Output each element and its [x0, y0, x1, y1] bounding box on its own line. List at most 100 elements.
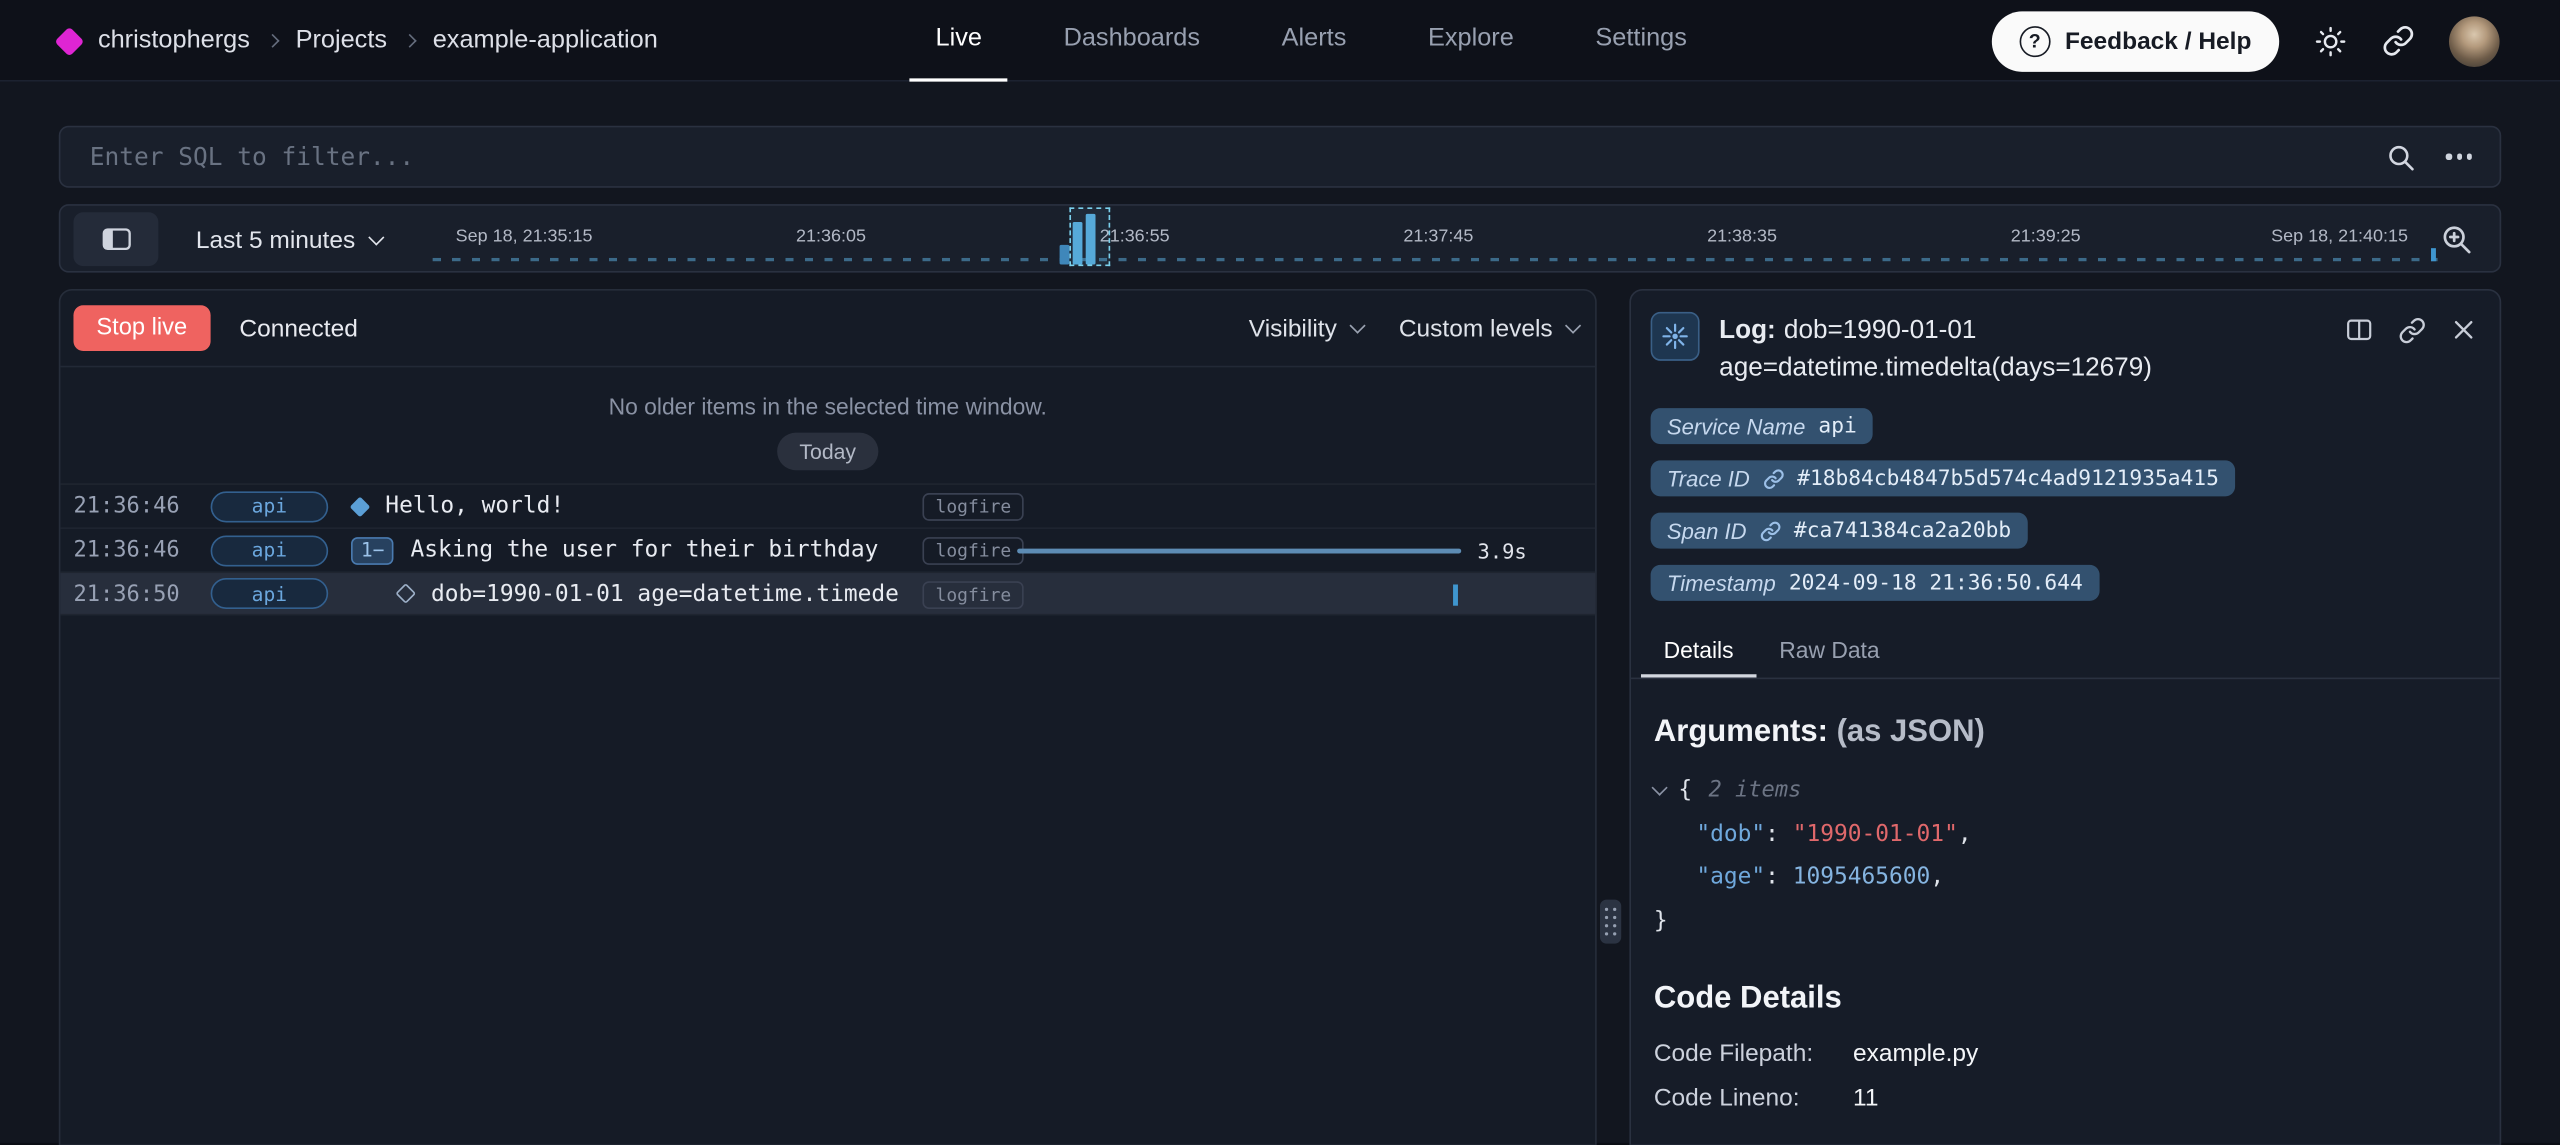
help-circle-icon: ?: [2019, 25, 2050, 56]
log-row-selected[interactable]: 21:36:50 api dob=1990-01-01 age=datetime…: [60, 571, 1595, 615]
service-name-pill[interactable]: Service Name api: [1651, 408, 1873, 444]
details-content: Arguments: (as JSON) {2 items "dob": "19…: [1631, 679, 2500, 1120]
logfire-tag[interactable]: logfire: [922, 493, 1024, 521]
json-items-note: 2 items: [1708, 777, 1801, 803]
app-root: christophergs Projects example-applicati…: [0, 0, 2560, 1142]
diamond-outline-icon: [395, 583, 416, 604]
breadcrumb-org[interactable]: christophergs: [98, 26, 250, 55]
today-button[interactable]: Today: [777, 433, 879, 471]
tab-settings[interactable]: Settings: [1569, 0, 1713, 82]
breadcrumb-projects[interactable]: Projects: [296, 26, 387, 55]
code-details-heading: Code Details: [1654, 981, 2477, 1017]
timeline-tick: 21:36:55: [1100, 227, 1170, 247]
details-panel: Log:dob=1990-01-01 age=datetime.timedelt…: [1629, 289, 2501, 1145]
sql-filter-input[interactable]: [60, 127, 2385, 186]
code-lineno-row: Code Lineno:11: [1654, 1076, 2477, 1120]
span-duration-bar: [1017, 549, 1461, 554]
span-id-pill[interactable]: Span ID #ca741384ca2a20bb: [1651, 513, 2028, 549]
timeline-tick: 21:37:45: [1403, 227, 1473, 247]
chevron-down-icon: [1565, 317, 1581, 333]
breadcrumb-project-name[interactable]: example-application: [433, 26, 658, 55]
collapse-children-badge[interactable]: 1−: [351, 536, 394, 564]
trace-id-pill[interactable]: Trace ID #18b84cb4847b5d574c4ad9121935a4…: [1651, 460, 2236, 496]
details-header: Log:dob=1990-01-01 age=datetime.timedelt…: [1631, 291, 2500, 387]
sidebar-toggle-icon: [100, 225, 131, 253]
visibility-dropdown[interactable]: Visibility: [1249, 314, 1363, 342]
log-row[interactable]: 21:36:46 api Hello, world! logfire: [60, 483, 1595, 527]
timeline-selection[interactable]: [1069, 207, 1110, 266]
stop-live-button[interactable]: Stop live: [73, 305, 210, 351]
connection-status: Connected: [239, 314, 357, 342]
copy-link-button[interactable]: [2382, 24, 2415, 57]
chain-link-icon: [2382, 24, 2415, 57]
magnifier-plus-icon: [2439, 222, 2473, 256]
theme-toggle-button[interactable]: [2313, 24, 2347, 58]
code-filepath-row: Code Filepath:example.py: [1654, 1032, 2477, 1076]
log-starburst-icon: [1651, 312, 1700, 361]
search-icon[interactable]: [2385, 141, 2416, 172]
time-range-dropdown[interactable]: Last 5 minutes: [196, 206, 381, 275]
tab-raw-data[interactable]: Raw Data: [1756, 622, 1902, 678]
tab-dashboards[interactable]: Dashboards: [1037, 0, 1226, 82]
live-log-panel: Stop live Connected Visibility Custom le…: [59, 289, 1597, 1145]
timeline-activity-mark: [2431, 248, 2436, 261]
sidebar-toggle-button[interactable]: [73, 212, 158, 266]
chevron-down-icon: [368, 229, 384, 245]
zoom-in-button[interactable]: [2439, 222, 2473, 256]
json-viewer: {2 items "dob": "1990-01-01", "age": 109…: [1654, 769, 2477, 942]
log-timestamp: 21:36:46: [73, 537, 174, 563]
timeline-baseline: [433, 258, 2438, 261]
feedback-help-label: Feedback / Help: [2065, 27, 2251, 55]
timeline-tick: 21:38:35: [1707, 227, 1777, 247]
arguments-heading: Arguments: (as JSON): [1654, 715, 2477, 751]
log-timestamp: 21:36:46: [73, 493, 174, 519]
chevron-right-icon: [266, 34, 280, 48]
nav-right-cluster: ? Feedback / Help: [1991, 0, 2499, 82]
tab-alerts[interactable]: Alerts: [1256, 0, 1373, 82]
tab-explore[interactable]: Explore: [1402, 0, 1540, 82]
log-timestamp: 21:36:50: [73, 580, 174, 606]
primary-nav: Live Dashboards Alerts Explore Settings: [909, 0, 1713, 82]
panel-resize-handle[interactable]: [1600, 900, 1621, 944]
details-actions: [2344, 315, 2476, 344]
collapse-caret-icon[interactable]: [1652, 780, 1668, 796]
code-details: Code Filepath:example.py Code Lineno:11: [1654, 1032, 2477, 1120]
timestamp-pill[interactable]: Timestamp 2024-09-18 21:36:50.644: [1651, 565, 2099, 601]
service-badge[interactable]: api: [211, 491, 329, 522]
empty-window-section: No older items in the selected time wind…: [60, 393, 1595, 470]
live-log-header: Stop live Connected Visibility Custom le…: [60, 291, 1595, 368]
timeline-bar: Last 5 minutes Sep 18, 21:35:15 21:36:05…: [59, 204, 2501, 273]
tab-details[interactable]: Details: [1641, 622, 1757, 678]
more-options-icon[interactable]: [2444, 154, 2475, 159]
sun-icon: [2313, 24, 2347, 58]
chevron-down-icon: [1349, 317, 1365, 333]
sql-filter-bar: [59, 126, 2501, 188]
log-message: Asking the user for their birthday: [411, 537, 879, 563]
tab-live[interactable]: Live: [909, 0, 1008, 82]
feedback-help-button[interactable]: ? Feedback / Help: [1991, 11, 2279, 71]
details-title: Log:dob=1990-01-01 age=datetime.timedelt…: [1719, 312, 2294, 387]
custom-levels-dropdown[interactable]: Custom levels: [1399, 314, 1579, 342]
details-tabs: Details Raw Data: [1631, 622, 2500, 679]
logfire-tag[interactable]: logfire: [922, 581, 1024, 609]
time-range-label: Last 5 minutes: [196, 226, 355, 254]
chevron-right-icon: [403, 34, 417, 48]
split-view-icon[interactable]: [2344, 315, 2373, 344]
log-message: Hello, world!: [385, 493, 564, 519]
service-badge[interactable]: api: [211, 578, 329, 609]
timeline-tick: Sep 18, 21:40:15: [2271, 227, 2408, 247]
service-badge[interactable]: api: [211, 535, 329, 566]
json-entry: "dob": "1990-01-01",: [1654, 812, 2477, 855]
diamond-filled-icon: [350, 496, 371, 517]
span-duration-label: 3.9s: [1478, 539, 1527, 563]
close-icon[interactable]: [2451, 315, 2477, 344]
user-avatar[interactable]: [2449, 16, 2500, 67]
copy-link-icon[interactable]: [2398, 315, 2426, 344]
top-nav: christophergs Projects example-applicati…: [0, 0, 2560, 82]
attribute-pills: Service Name api Trace ID #18b84cb4847b5…: [1631, 387, 2500, 601]
logfire-logo-icon[interactable]: [54, 26, 84, 56]
logfire-tag[interactable]: logfire: [922, 537, 1024, 565]
log-time-mark: [1453, 584, 1458, 605]
chain-link-icon: [1763, 468, 1784, 489]
log-row[interactable]: 21:36:46 api 1− Asking the user for thei…: [60, 527, 1595, 571]
